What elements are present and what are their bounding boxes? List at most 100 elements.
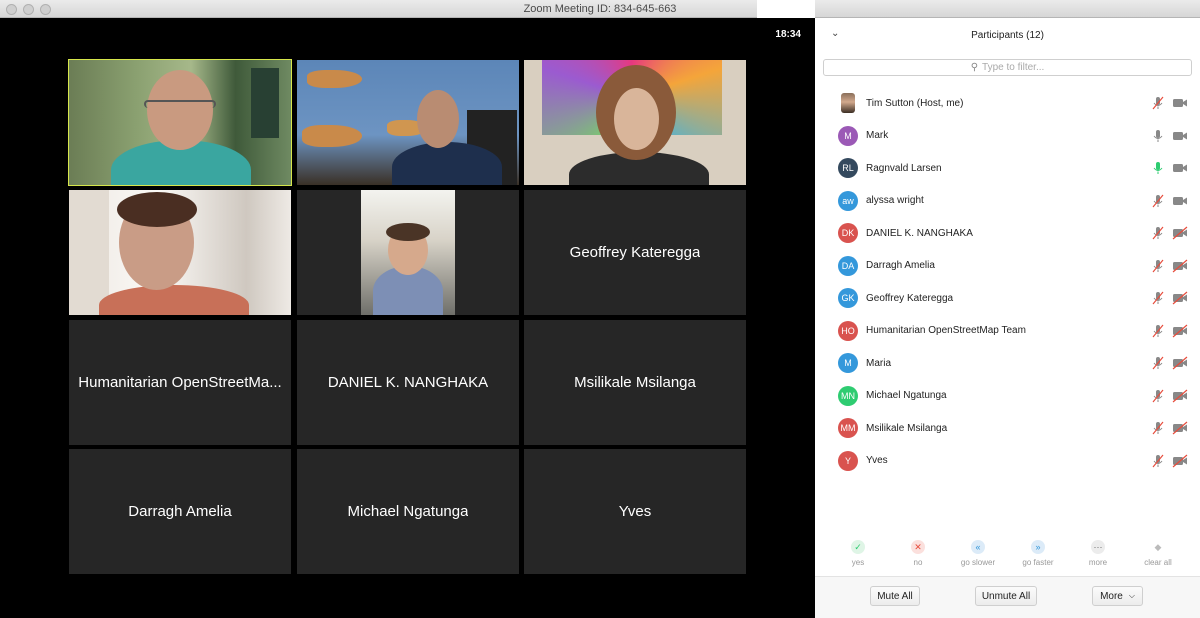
mic-icon[interactable] [1151,161,1165,175]
camera-off-icon[interactable] [1172,454,1188,468]
video-tile-12[interactable]: Yves [524,449,746,574]
more-icon: ··· [1091,540,1105,554]
reaction-more-button[interactable]: ··· more [1073,540,1123,567]
search-icon: ⚲ [970,62,979,73]
participants-title: Participants (12) [971,30,1044,41]
video-tile-10[interactable]: Darragh Amelia [69,449,291,574]
tile-participant-name: DANIEL K. NANGHAKA [327,374,489,391]
camera-icon[interactable] [1172,129,1188,143]
participant-row[interactable]: MN Michael Ngatunga [815,380,1200,413]
mic-muted-icon[interactable] [1151,226,1165,240]
video-feed [69,190,291,315]
video-tile-1[interactable] [68,59,292,186]
camera-off-icon[interactable] [1172,421,1188,435]
participant-row[interactable]: M Maria [815,347,1200,380]
panel-footer: Mute All Unmute All More ⌵ [815,576,1200,618]
reaction-yes-button[interactable]: ✓ yes [833,540,883,567]
participant-row[interactable]: M Mark [815,120,1200,153]
more-button[interactable]: More ⌵ [1092,586,1143,606]
participant-name: Mark [866,130,889,142]
camera-off-icon[interactable] [1172,226,1188,240]
mic-muted-icon[interactable] [1151,356,1165,370]
video-tile-7[interactable]: Humanitarian OpenStreetMa... [69,320,291,445]
forward-icon: » [1031,540,1045,554]
reaction-clear-all-button[interactable]: ◆ clear all [1133,540,1183,567]
reaction-label: yes [851,558,865,567]
video-tile-4[interactable] [69,190,291,315]
camera-off-icon[interactable] [1172,389,1188,403]
video-gallery: 18:34 Geoffrey Kateregga Humanitarian Op… [0,18,815,618]
mute-all-button[interactable]: Mute All [870,586,920,606]
mic-icon[interactable] [1151,129,1165,143]
video-tile-9[interactable]: Msilikale Msilanga [524,320,746,445]
avatar-initials: RL [842,163,854,174]
video-tile-2[interactable] [297,60,519,185]
participant-row[interactable]: RL Ragnvald Larsen [815,152,1200,185]
avatar-initials: aw [842,195,854,206]
titlebar-gap [757,0,815,18]
avatar-initials: HO [841,325,855,336]
participant-row[interactable]: GK Geoffrey Kateregga [815,282,1200,315]
participant-name: Humanitarian OpenStreetMap Team [866,325,1026,337]
x-icon: ✕ [911,540,925,554]
camera-icon[interactable] [1172,161,1188,175]
reaction-go-faster-button[interactable]: » go faster [1013,540,1063,567]
avatar-initials: GK [841,293,855,304]
participant-name: Ragnvald Larsen [866,162,942,174]
window-titlebar: Zoom Meeting ID: 834-645-663 [0,0,1200,18]
reaction-go-slower-button[interactable]: « go slower [953,540,1003,567]
mic-muted-icon[interactable] [1151,259,1165,273]
mic-muted-icon[interactable] [1151,389,1165,403]
participant-name: Maria [866,357,892,369]
tile-participant-name: Humanitarian OpenStreetMa... [78,374,282,391]
avatar-initials: M [844,358,852,369]
video-tile-5[interactable] [297,190,519,315]
avatar: Y [838,450,858,471]
mic-muted-icon[interactable] [1151,421,1165,435]
participant-name: alyssa wright [866,195,924,207]
avatar-initials: MM [840,423,856,434]
participant-row[interactable]: MM Msilikale Msilanga [815,412,1200,445]
mic-muted-icon[interactable] [1151,324,1165,338]
camera-off-icon[interactable] [1172,291,1188,305]
check-icon: ✓ [851,540,865,554]
video-feed [524,60,746,185]
reaction-label: go faster [1022,558,1054,567]
eraser-icon: ◆ [1151,540,1165,554]
video-tile-3[interactable] [524,60,746,185]
mic-muted-icon[interactable] [1151,454,1165,468]
avatar: GK [838,288,858,309]
participant-row[interactable]: DA Darragh Amelia [815,250,1200,283]
camera-off-icon[interactable] [1172,324,1188,338]
participant-name: Geoffrey Kateregga [866,292,954,304]
video-tile-11[interactable]: Michael Ngatunga [297,449,519,574]
mic-muted-icon[interactable] [1151,291,1165,305]
camera-off-icon[interactable] [1172,356,1188,370]
avatar-initials: Y [844,455,851,466]
avatar-initials: MN [841,390,855,401]
participant-name: Darragh Amelia [866,260,935,272]
camera-icon[interactable] [1172,96,1188,110]
avatar: MM [838,418,858,439]
reaction-no-button[interactable]: ✕ no [893,540,943,567]
participant-row[interactable]: Tim Sutton (Host, me) [815,87,1200,120]
camera-icon[interactable] [1172,194,1188,208]
avatar: M [838,353,858,374]
video-feed [69,60,291,185]
mic-muted-icon[interactable] [1151,96,1165,110]
camera-off-icon[interactable] [1172,259,1188,273]
participant-row[interactable]: DK DANIEL K. NANGHAKA [815,217,1200,250]
video-tile-8[interactable]: DANIEL K. NANGHAKA [297,320,519,445]
participant-row[interactable]: aw alyssa wright [815,185,1200,218]
avatar-initials: DK [841,228,855,239]
participant-filter-input[interactable]: ⚲ Type to filter... [823,59,1192,76]
mic-muted-icon[interactable] [1151,194,1165,208]
participant-name: DANIEL K. NANGHAKA [866,227,973,239]
more-button-label: More [1100,590,1123,602]
participant-row[interactable]: Y Yves [815,445,1200,478]
participant-row[interactable]: HO Humanitarian OpenStreetMap Team [815,315,1200,348]
avatar: MN [838,385,858,406]
unmute-all-button[interactable]: Unmute All [975,586,1037,606]
video-tile-6[interactable]: Geoffrey Kateregga [524,190,746,315]
avatar [841,93,855,114]
